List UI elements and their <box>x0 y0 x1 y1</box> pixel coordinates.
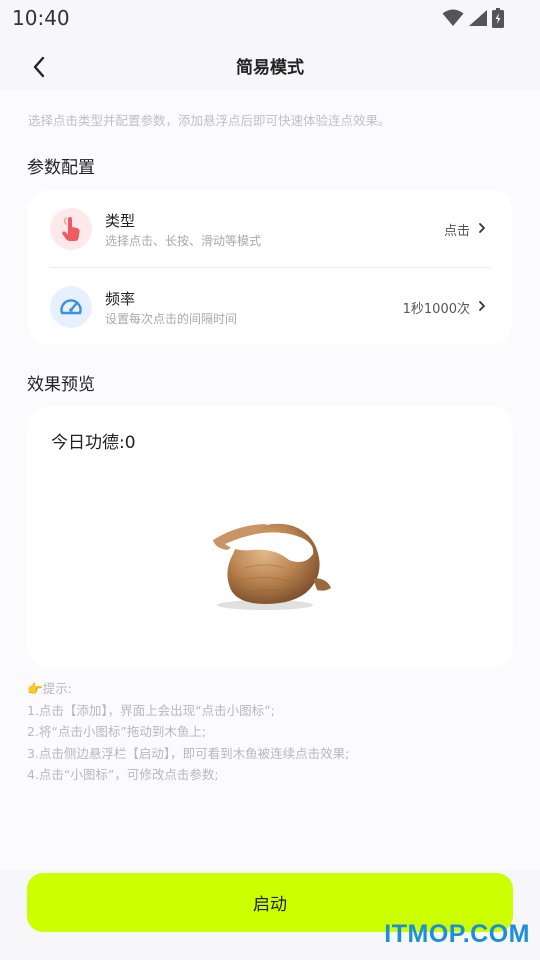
battery-charging-icon <box>492 8 504 28</box>
main-content: 选择点击类型并配置参数，添加悬浮点后即可快速体验连点效果。 参数配置 类型 选择… <box>0 90 540 870</box>
tip-item: 1.点击【添加】，界面上会出现“点击小图标”; <box>27 702 275 718</box>
nav-bar: 简易模式 <box>0 36 540 90</box>
preview-card: 今日功德:0 <box>27 406 513 668</box>
cellular-signal-icon <box>469 10 487 26</box>
status-time: 10:40 <box>12 6 70 30</box>
page-title: 简易模式 <box>236 58 304 78</box>
config-row-frequency[interactable]: 频率 设置每次点击的间隔时间 1秒1000次 <box>28 268 512 345</box>
tips-header: 👉提示: <box>27 681 72 696</box>
wooden-fish-icon[interactable] <box>205 510 335 620</box>
merit-counter: 今日功德:0 <box>51 433 136 453</box>
section-title-preview: 效果预览 <box>27 375 95 395</box>
chevron-right-icon <box>479 223 485 233</box>
frequency-label: 频率 <box>105 290 136 308</box>
frequency-description: 设置每次点击的间隔时间 <box>105 312 238 326</box>
tips-list: 👉提示: 1.点击【添加】，界面上会出现“点击小图标”; 2.将“点击小图标”拖… <box>27 678 349 786</box>
config-row-type[interactable]: 类型 选择点击、长按、滑动等模式 点击 <box>28 190 512 267</box>
hint-text: 选择点击类型并配置参数，添加悬浮点后即可快速体验连点效果。 <box>28 113 391 128</box>
watermark: ITMOP.COM <box>384 920 530 948</box>
type-label: 类型 <box>105 212 136 230</box>
type-value: 点击 <box>443 224 470 239</box>
tip-item: 2.将“点击小图标”拖动到木鱼上; <box>27 724 207 739</box>
tip-item: 4.点击“小图标”，可修改点击参数; <box>27 767 219 782</box>
pointer-hand-icon <box>50 208 92 250</box>
chevron-right-icon <box>479 301 485 311</box>
frequency-value: 1秒1000次 <box>402 302 470 317</box>
wifi-icon <box>442 9 464 26</box>
status-bar: 10:40 <box>0 0 540 36</box>
section-title-config: 参数配置 <box>27 158 95 178</box>
tip-item: 3.点击侧边悬浮栏【启动】，即可看到木鱼被连续点击效果; <box>27 745 350 761</box>
type-description: 选择点击、长按、滑动等模式 <box>105 234 262 248</box>
config-card: 类型 选择点击、长按、滑动等模式 点击 频率 设置每次点击的间隔时间 1秒100… <box>28 190 512 344</box>
status-icons <box>442 8 504 28</box>
speedometer-icon <box>50 286 92 328</box>
